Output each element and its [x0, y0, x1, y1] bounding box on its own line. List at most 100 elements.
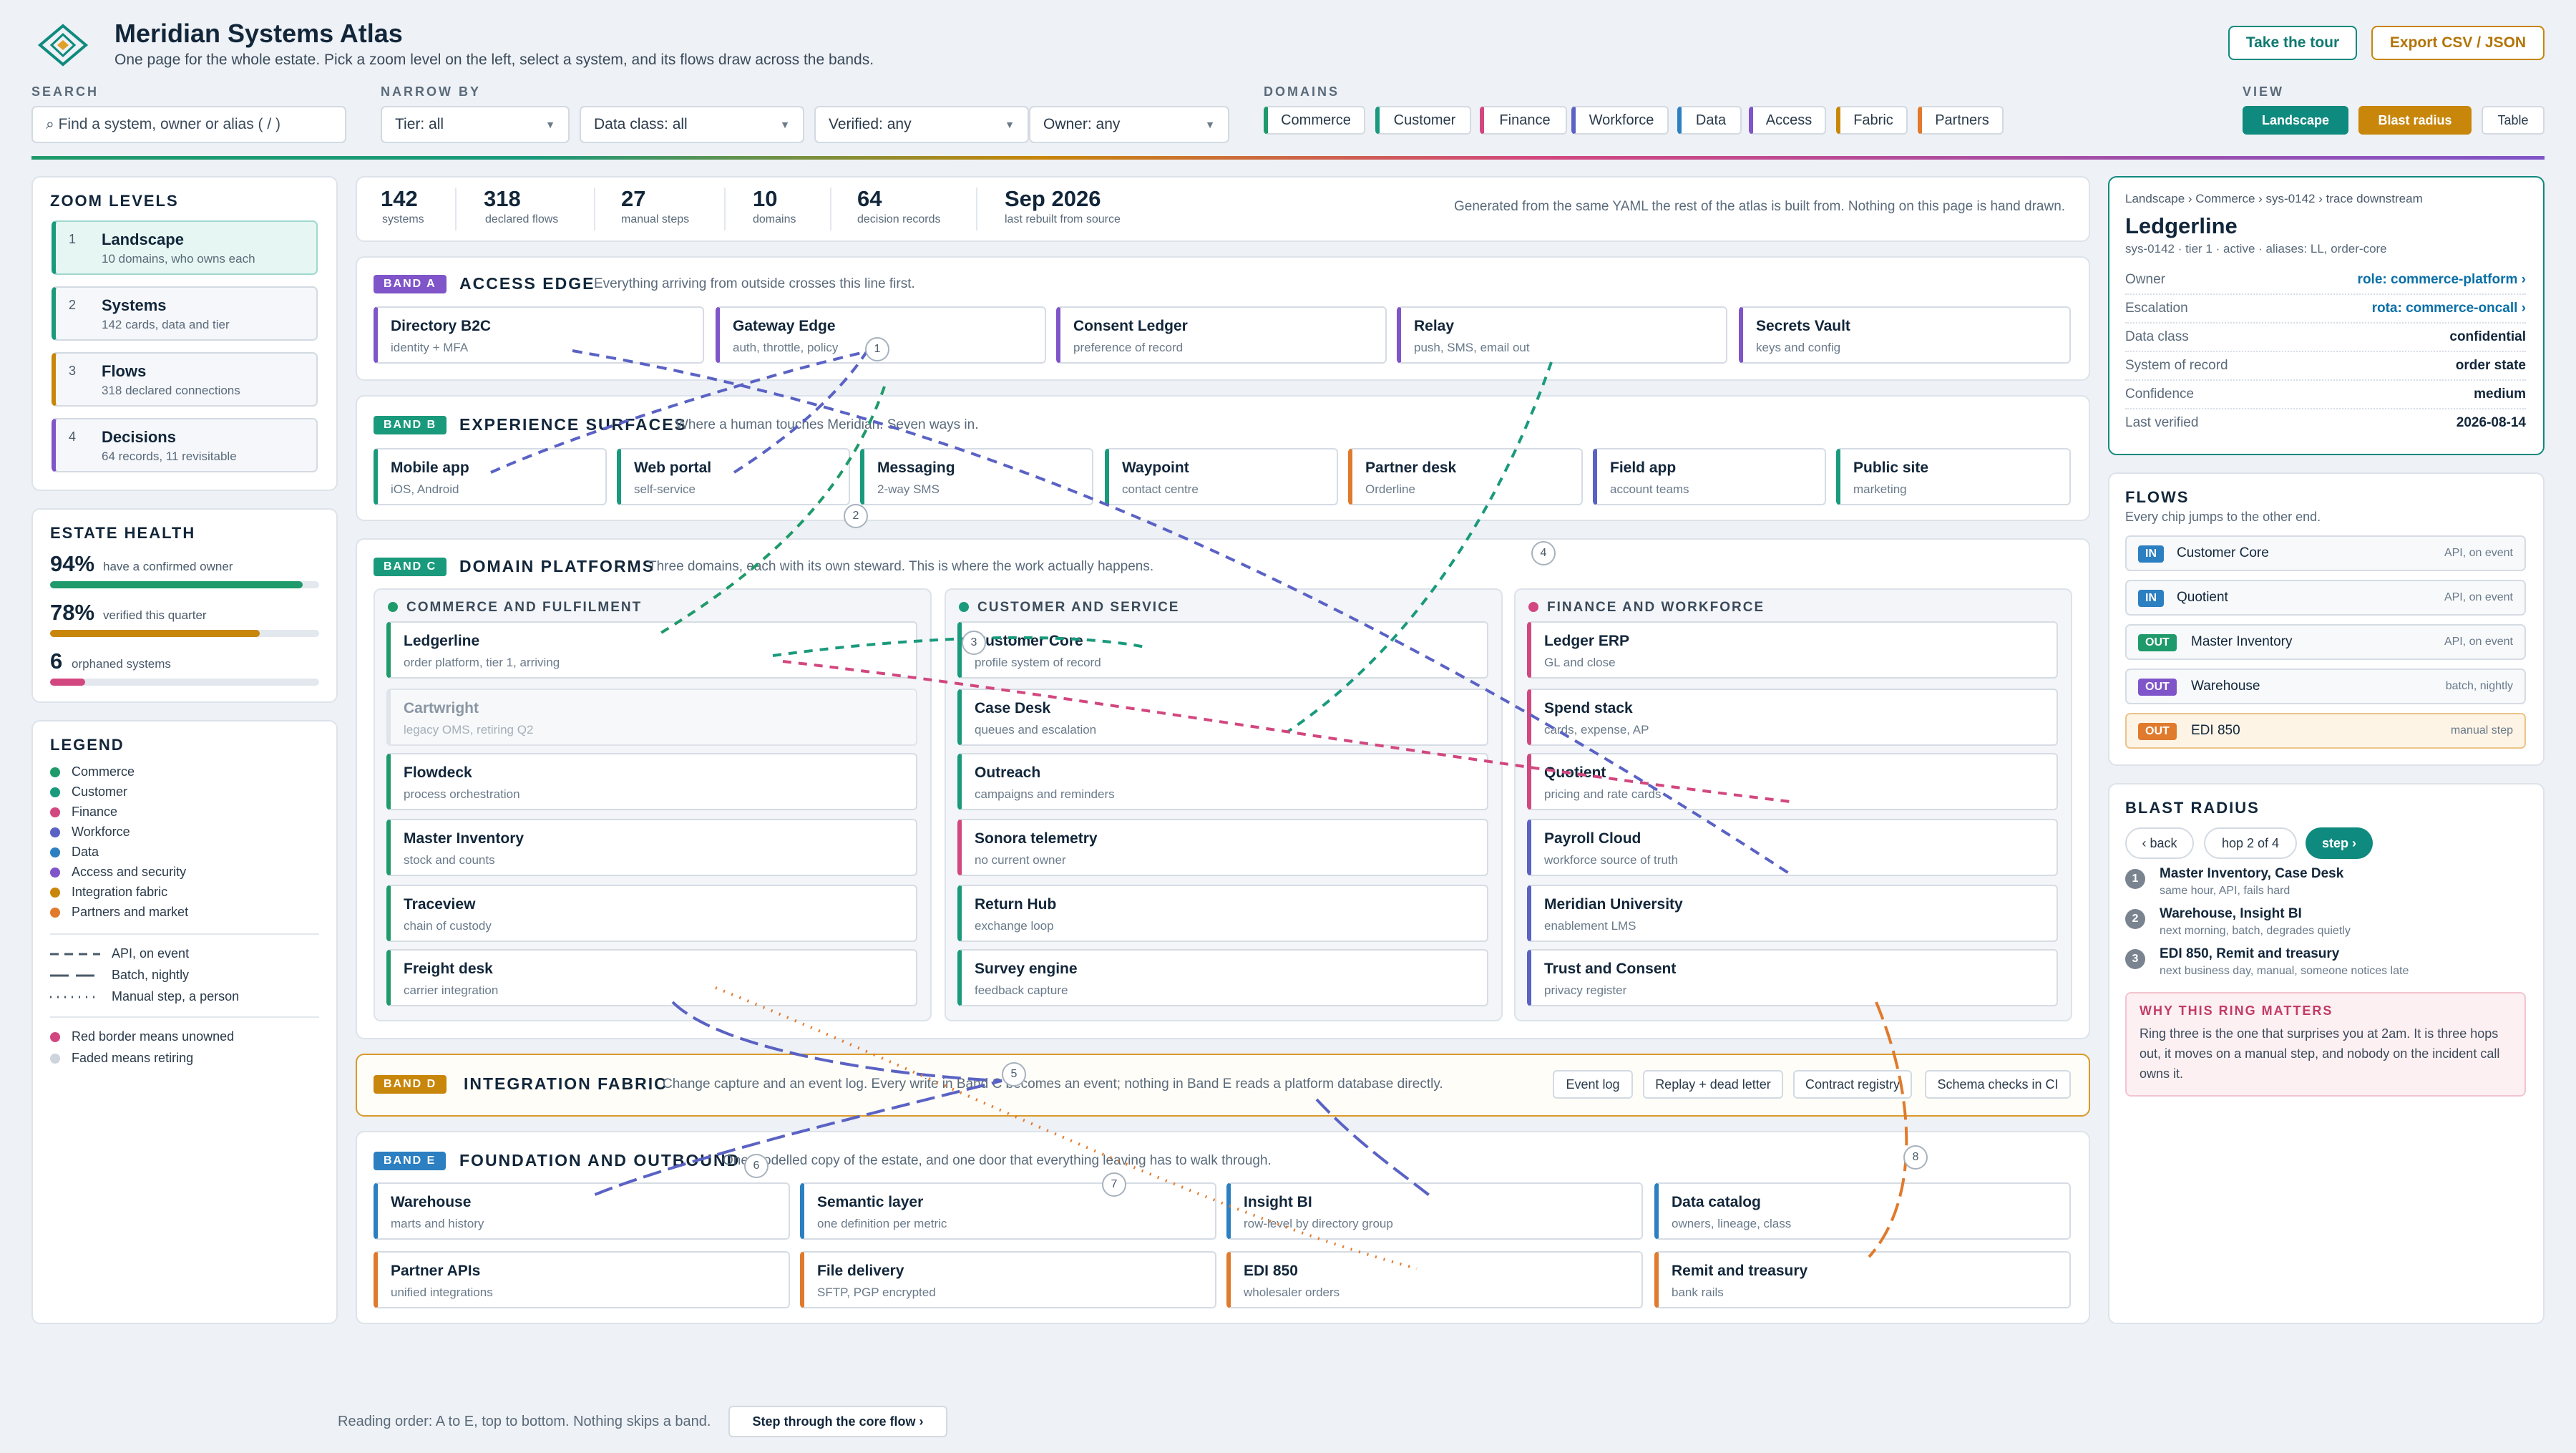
zoom-level-decisions[interactable]: 4 Decisions 64 records, 11 revisitable: [52, 418, 318, 472]
stat-domains-label: domains: [753, 213, 796, 225]
breadcrumb-commerce[interactable]: Commerce: [2195, 192, 2255, 205]
view-blast-radius-button[interactable]: Blast radius: [2358, 106, 2472, 135]
band-b-desc: Where a human touches Meridian. Seven wa…: [675, 417, 979, 432]
verified-select[interactable]: Verified: any ▼: [814, 106, 1029, 143]
tag-contract-registry[interactable]: Contract registry: [1793, 1070, 1912, 1099]
zoom-level-systems[interactable]: 2 Systems 142 cards, data and tier: [52, 286, 318, 341]
flow-chip-edi-850[interactable]: OUT EDI 850 manual step: [2125, 713, 2526, 749]
card-semantic-layer[interactable]: Semantic layer one definition per metric: [800, 1182, 1216, 1240]
card-directory-b2c[interactable]: Directory B2C identity + MFA: [374, 306, 704, 364]
card-case-desk[interactable]: Case Desk queues and escalation: [957, 689, 1488, 746]
blast-step-button[interactable]: step ›: [2306, 827, 2373, 859]
zoom-level-flows[interactable]: 3 Flows 318 declared connections: [52, 352, 318, 407]
flow-chip-master-inventory[interactable]: OUT Master Inventory API, on event: [2125, 624, 2526, 660]
tag-schema-checks[interactable]: Schema checks in CI: [1925, 1070, 2071, 1099]
card-return-hub[interactable]: Return Hub exchange loop: [957, 885, 1488, 942]
flow-marker-4[interactable]: 4: [1531, 541, 1556, 565]
card-meridian-university[interactable]: Meridian University enablement LMS: [1527, 885, 2058, 942]
card-desc: push, SMS, email out: [1414, 341, 1530, 354]
flow-marker-3[interactable]: 3: [962, 631, 986, 655]
flow-chip-quotient[interactable]: IN Quotient API, on event: [2125, 580, 2526, 616]
card-warehouse[interactable]: Warehouse marts and history: [374, 1182, 790, 1240]
card-survey-engine[interactable]: Survey engine feedback capture: [957, 949, 1488, 1006]
card-sonora-telemetry[interactable]: Sonora telemetry no current owner: [957, 819, 1488, 876]
domain-chip-access[interactable]: Access: [1749, 106, 1826, 135]
card-waypoint[interactable]: Waypoint contact centre: [1105, 448, 1338, 505]
owner-link[interactable]: role: commerce-platform ›: [2358, 272, 2526, 288]
flow-marker-1[interactable]: 1: [865, 337, 889, 361]
flow-chip-warehouse[interactable]: OUT Warehouse batch, nightly: [2125, 669, 2526, 704]
card-freight-desk[interactable]: Freight desk carrier integration: [386, 949, 917, 1006]
step-core-flow-button[interactable]: Step through the core flow ›: [728, 1406, 947, 1437]
domain-chip-fabric[interactable]: Fabric: [1836, 106, 1908, 135]
export-button[interactable]: Export CSV / JSON: [2371, 26, 2545, 60]
card-flowdeck[interactable]: Flowdeck process orchestration: [386, 753, 917, 810]
search-input[interactable]: ⌕ Find a system, owner or alias ( / ): [31, 106, 346, 143]
band-e-badge: BAND E: [374, 1152, 447, 1170]
detail-value: confidential: [2449, 329, 2526, 344]
card-trust-and-consent[interactable]: Trust and Consent privacy register: [1527, 949, 2058, 1006]
escalation-link[interactable]: rota: commerce-oncall ›: [2372, 301, 2526, 316]
card-mobile-app[interactable]: Mobile app iOS, Android: [374, 448, 607, 505]
flow-marker-5[interactable]: 5: [1002, 1062, 1026, 1087]
card-partner-desk[interactable]: Partner desk Orderline: [1348, 448, 1583, 505]
tier-select[interactable]: Tier: all ▼: [381, 106, 570, 143]
domain-chip-partners[interactable]: Partners: [1918, 106, 2004, 135]
zoom-levels-title: ZOOM LEVELS: [50, 192, 179, 210]
view-landscape-button[interactable]: Landscape: [2243, 106, 2348, 135]
flow-chip-customer-core[interactable]: IN Customer Core API, on event: [2125, 535, 2526, 571]
breadcrumb-trace[interactable]: trace downstream: [2326, 192, 2423, 205]
card-quotient[interactable]: Quotient pricing and rate cards: [1527, 753, 2058, 810]
card-title: Relay: [1414, 318, 1455, 334]
card-file-delivery[interactable]: File delivery SFTP, PGP encrypted: [800, 1251, 1216, 1308]
card-insight-bi[interactable]: Insight BI row-level by directory group: [1226, 1182, 1643, 1240]
flow-marker-7[interactable]: 7: [1102, 1172, 1126, 1197]
hop-number: 3: [2125, 949, 2145, 969]
flow-marker-8[interactable]: 8: [1903, 1145, 1928, 1170]
card-traceview[interactable]: Traceview chain of custody: [386, 885, 917, 942]
blast-back-button[interactable]: ‹ back: [2125, 827, 2194, 859]
card-secrets-vault[interactable]: Secrets Vault keys and config: [1739, 306, 2071, 364]
tag-replay-dead-letter[interactable]: Replay + dead letter: [1643, 1070, 1783, 1099]
card-partner-apis[interactable]: Partner APIs unified integrations: [374, 1251, 790, 1308]
card-messaging[interactable]: Messaging 2-way SMS: [860, 448, 1093, 505]
domain-chip-finance[interactable]: Finance: [1480, 106, 1567, 135]
card-outreach[interactable]: Outreach campaigns and reminders: [957, 753, 1488, 810]
card-ledgerline[interactable]: Ledgerline order platform, tier 1, arrivi…: [386, 621, 917, 679]
data-class-select[interactable]: Data class: all ▼: [580, 106, 804, 143]
domain-chip-customer[interactable]: Customer: [1375, 106, 1471, 135]
card-ledger-erp[interactable]: Ledger ERP GL and close: [1527, 621, 2058, 679]
card-desc: identity + MFA: [391, 341, 469, 354]
domain-chip-data[interactable]: Data: [1677, 106, 1742, 135]
health-orphaned-label: orphaned systems: [72, 657, 171, 671]
band-d-desc: Change capture and an event log. Every w…: [663, 1077, 1443, 1092]
card-consent-ledger[interactable]: Consent Ledger preference of record: [1056, 306, 1387, 364]
breadcrumb-sys[interactable]: sys-0142: [2266, 192, 2316, 205]
flow-marker-2[interactable]: 2: [844, 504, 868, 528]
card-remit-treasury[interactable]: Remit and treasury bank rails: [1654, 1251, 2071, 1308]
tag-event-log[interactable]: Event log: [1553, 1070, 1633, 1099]
flow-name: Master Inventory: [2191, 634, 2293, 649]
legend-api-line: API, on event: [50, 946, 190, 961]
view-table-button[interactable]: Table: [2482, 106, 2545, 135]
card-spend-stack[interactable]: Spend stack cards, expense, AP: [1527, 689, 2058, 746]
card-edi-850[interactable]: EDI 850 wholesaler orders: [1226, 1251, 1643, 1308]
card-payroll-cloud[interactable]: Payroll Cloud workforce source of truth: [1527, 819, 2058, 876]
detail-owner-row: Owner role: commerce-platform ›: [2125, 266, 2526, 295]
card-web-portal[interactable]: Web portal self-service: [617, 448, 850, 505]
card-master-inventory[interactable]: Master Inventory stock and counts: [386, 819, 917, 876]
breadcrumb-landscape[interactable]: Landscape: [2125, 192, 2185, 205]
domain-chip-commerce[interactable]: Commerce: [1264, 106, 1365, 135]
take-tour-button[interactable]: Take the tour: [2228, 26, 2357, 60]
card-desc: preference of record: [1073, 341, 1184, 354]
flow-marker-6[interactable]: 6: [744, 1154, 769, 1178]
domain-chip-workforce[interactable]: Workforce: [1571, 106, 1669, 135]
zoom-level-landscape[interactable]: 1 Landscape 10 domains, who owns each: [52, 220, 318, 275]
card-public-site[interactable]: Public site marketing: [1836, 448, 2071, 505]
card-cartwright[interactable]: Cartwright legacy OMS, retiring Q2: [386, 689, 917, 746]
card-customer-core[interactable]: Customer Core profile system of record: [957, 621, 1488, 679]
card-data-catalog[interactable]: Data catalog owners, lineage, class: [1654, 1182, 2071, 1240]
owner-select[interactable]: Owner: any ▼: [1029, 106, 1229, 143]
card-field-app[interactable]: Field app account teams: [1593, 448, 1826, 505]
card-relay[interactable]: Relay push, SMS, email out: [1397, 306, 1727, 364]
